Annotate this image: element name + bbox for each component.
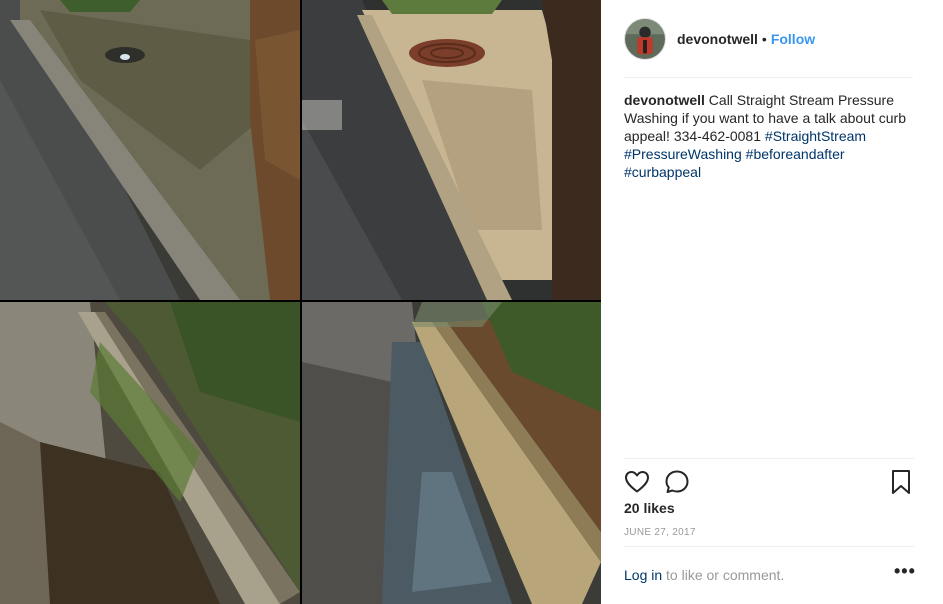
post-date: JUNE 27, 2017 xyxy=(624,527,696,538)
login-link[interactable]: Log in xyxy=(624,567,662,583)
hashtag-link[interactable]: #beforeandafter xyxy=(746,146,845,162)
action-bar xyxy=(624,458,914,502)
separator-dot: • xyxy=(761,31,767,47)
bookmark-icon[interactable] xyxy=(888,469,914,495)
hashtag-link[interactable]: #PressureWashing xyxy=(624,146,742,162)
login-suffix: to like or comment. xyxy=(662,567,785,583)
likes-count[interactable]: 20 likes xyxy=(624,500,675,516)
post-caption: devonotwell Call Straight Stream Pressur… xyxy=(624,91,914,181)
post-footer: Log in to like or comment. ••• xyxy=(624,546,915,604)
photo-before-top xyxy=(0,0,300,300)
header-text: devonotwell • Follow xyxy=(677,31,815,47)
caption-username[interactable]: devonotwell xyxy=(624,92,705,108)
hashtag-link[interactable]: #StraightStream xyxy=(765,128,866,144)
photo-after-bottom xyxy=(302,302,601,604)
post-photo[interactable] xyxy=(0,0,601,604)
post-header: devonotwell • Follow xyxy=(601,0,943,78)
photo-after-top xyxy=(302,0,601,300)
avatar[interactable] xyxy=(624,18,666,60)
heart-icon[interactable] xyxy=(624,469,650,495)
follow-button[interactable]: Follow xyxy=(771,31,815,47)
comment-icon[interactable] xyxy=(664,469,690,495)
login-prompt: Log in to like or comment. xyxy=(624,567,784,583)
more-options-icon[interactable]: ••• xyxy=(894,562,915,581)
username-link[interactable]: devonotwell xyxy=(677,31,758,47)
photo-before-bottom xyxy=(0,302,300,604)
post-panel: devonotwell • Follow devonotwell Call St… xyxy=(601,0,943,604)
hashtag-link[interactable]: #curbappeal xyxy=(624,164,701,180)
